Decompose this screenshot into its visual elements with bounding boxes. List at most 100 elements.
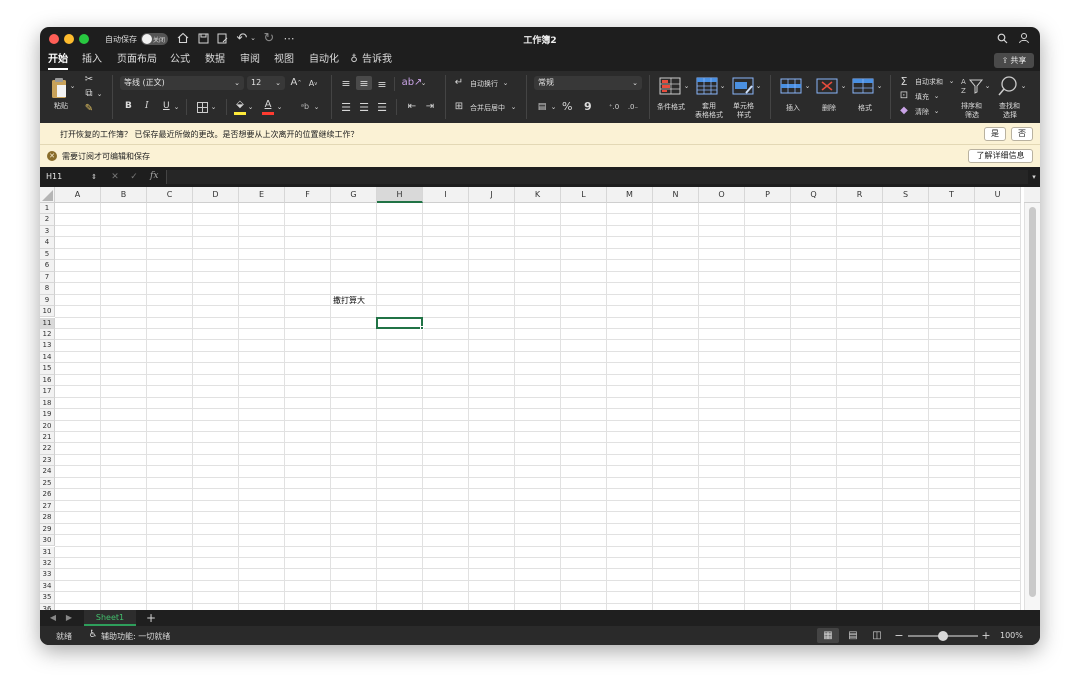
- row-header-15[interactable]: 15: [40, 363, 55, 375]
- row-header-22[interactable]: 22: [40, 443, 55, 455]
- row-header-30[interactable]: 30: [40, 535, 55, 547]
- column-header-q[interactable]: Q: [791, 187, 837, 203]
- row-header-7[interactable]: 7: [40, 271, 55, 284]
- zoom-slider[interactable]: [908, 631, 978, 641]
- next-sheet-icon[interactable]: ▶: [64, 612, 74, 624]
- format-as-table-icon[interactable]: [696, 77, 718, 95]
- insert-cells-icon[interactable]: [780, 78, 802, 94]
- selected-cell-outline[interactable]: [376, 316, 423, 329]
- bold-button[interactable]: B: [125, 101, 132, 111]
- column-header-o[interactable]: O: [699, 187, 745, 203]
- select-all-corner[interactable]: [40, 187, 55, 203]
- cancel-icon[interactable]: ✕: [110, 170, 120, 184]
- borders-dropdown-icon[interactable]: ⌄: [210, 102, 217, 112]
- borders-icon[interactable]: [197, 102, 208, 113]
- tab-view[interactable]: 视图: [274, 53, 294, 67]
- column-header-d[interactable]: D: [193, 187, 239, 203]
- decrease-decimal-icon[interactable]: .0₋: [626, 100, 640, 114]
- align-middle-button[interactable]: ≡: [356, 76, 372, 90]
- column-header-e[interactable]: E: [239, 187, 285, 203]
- column-header-r[interactable]: R: [837, 187, 883, 203]
- column-header-n[interactable]: N: [653, 187, 699, 203]
- number-format-select[interactable]: 常规 ⌄: [534, 76, 642, 90]
- column-header-l[interactable]: L: [561, 187, 607, 203]
- column-header-p[interactable]: P: [745, 187, 791, 203]
- row-header-17[interactable]: 17: [40, 386, 55, 398]
- zoom-out-button[interactable]: −: [894, 629, 904, 641]
- column-header-i[interactable]: I: [423, 187, 469, 203]
- row-header-9[interactable]: 9: [40, 294, 55, 307]
- underline-dropdown-icon[interactable]: ⌄: [173, 102, 180, 112]
- align-center-icon[interactable]: ☰: [357, 101, 371, 113]
- fill-label[interactable]: 填充: [915, 92, 929, 102]
- user-icon[interactable]: [1017, 31, 1031, 45]
- align-bottom-icon[interactable]: ≡: [375, 78, 389, 90]
- row-header-24[interactable]: 24: [40, 466, 55, 478]
- find-select-label-2[interactable]: 选择: [1003, 110, 1017, 120]
- tab-page-layout[interactable]: 页面布局: [117, 53, 157, 67]
- row-header-16[interactable]: 16: [40, 374, 55, 387]
- fill-color-icon[interactable]: ⬙: [234, 99, 246, 111]
- tab-formulas[interactable]: 公式: [170, 53, 190, 67]
- row-header-26[interactable]: 26: [40, 489, 55, 501]
- name-box[interactable]: H11: [46, 172, 62, 181]
- tab-automate[interactable]: 自动化: [309, 53, 339, 67]
- cell-styles-label-2[interactable]: 样式: [737, 110, 751, 120]
- copy-icon[interactable]: ⧉: [83, 88, 95, 100]
- font-size-select[interactable]: 12 ⌄: [247, 76, 285, 90]
- row-header-2[interactable]: 2: [40, 214, 55, 226]
- orientation-dropdown-icon[interactable]: ⌄: [420, 78, 427, 88]
- format-cells-dropdown-icon[interactable]: ⌄: [876, 81, 883, 91]
- autosum-dropdown-icon[interactable]: ⌄: [948, 76, 955, 86]
- row-header-33[interactable]: 33: [40, 569, 55, 581]
- row-header-21[interactable]: 21: [40, 432, 55, 444]
- merge-center-dropdown-icon[interactable]: ⌄: [510, 102, 517, 112]
- sort-filter-icon[interactable]: AZ: [960, 76, 984, 96]
- column-header-h[interactable]: H: [377, 187, 423, 203]
- insert-cells-label[interactable]: 插入: [786, 103, 800, 113]
- merge-center-label[interactable]: 合并后居中: [470, 103, 505, 113]
- tab-review[interactable]: 审阅: [240, 53, 260, 67]
- share-button[interactable]: ⇪ 共享: [994, 53, 1034, 68]
- recovery-no-button[interactable]: 否: [1011, 127, 1033, 141]
- row-header-12[interactable]: 12: [40, 328, 55, 341]
- decrease-font-icon[interactable]: Av: [306, 77, 320, 91]
- format-cells-label[interactable]: 格式: [858, 103, 872, 113]
- normal-view-button[interactable]: ▦: [817, 628, 839, 643]
- enter-icon[interactable]: ✓: [129, 170, 139, 184]
- column-header-g[interactable]: G: [331, 187, 377, 203]
- row-header-32[interactable]: 32: [40, 557, 55, 570]
- column-header-u[interactable]: U: [975, 187, 1021, 203]
- column-header-j[interactable]: J: [469, 187, 515, 203]
- expand-formula-icon[interactable]: ▾: [1030, 171, 1038, 183]
- wrap-text-icon[interactable]: ↵: [453, 76, 465, 90]
- delete-cells-dropdown-icon[interactable]: ⌄: [840, 81, 847, 91]
- clear-label[interactable]: 清除: [915, 107, 929, 117]
- insert-cells-dropdown-icon[interactable]: ⌄: [804, 81, 811, 91]
- row-header-19[interactable]: 19: [40, 409, 55, 421]
- zoom-slider-thumb[interactable]: [938, 631, 948, 641]
- align-top-icon[interactable]: ≡: [339, 77, 353, 89]
- delete-cells-icon[interactable]: [816, 78, 838, 94]
- copy-dropdown-icon[interactable]: ⌄: [96, 89, 103, 99]
- fill-color-dropdown-icon[interactable]: ⌄: [247, 102, 254, 112]
- page-layout-view-icon[interactable]: ▤: [847, 630, 859, 641]
- increase-indent-icon[interactable]: ⇥: [423, 101, 437, 113]
- search-icon[interactable]: [995, 31, 1009, 45]
- row-header-14[interactable]: 14: [40, 351, 55, 364]
- paste-label[interactable]: 粘贴: [54, 101, 68, 111]
- name-box-stepper-icon[interactable]: ⇕: [90, 170, 98, 184]
- fill-handle[interactable]: [420, 325, 424, 330]
- row-header-13[interactable]: 13: [40, 340, 55, 352]
- cell-styles-dropdown-icon[interactable]: ⌄: [755, 81, 762, 91]
- column-header-f[interactable]: F: [285, 187, 331, 203]
- conditional-format-icon[interactable]: [659, 77, 681, 95]
- row-header-4[interactable]: 4: [40, 237, 55, 249]
- column-header-b[interactable]: B: [101, 187, 147, 203]
- accessibility-icon[interactable]: ♿: [87, 629, 99, 641]
- learn-more-button[interactable]: 了解详细信息: [968, 149, 1033, 163]
- paste-dropdown-icon[interactable]: ⌄: [69, 81, 76, 91]
- fill-icon[interactable]: ⊡: [898, 90, 910, 102]
- column-header-k[interactable]: K: [515, 187, 561, 203]
- row-header-3[interactable]: 3: [40, 225, 55, 238]
